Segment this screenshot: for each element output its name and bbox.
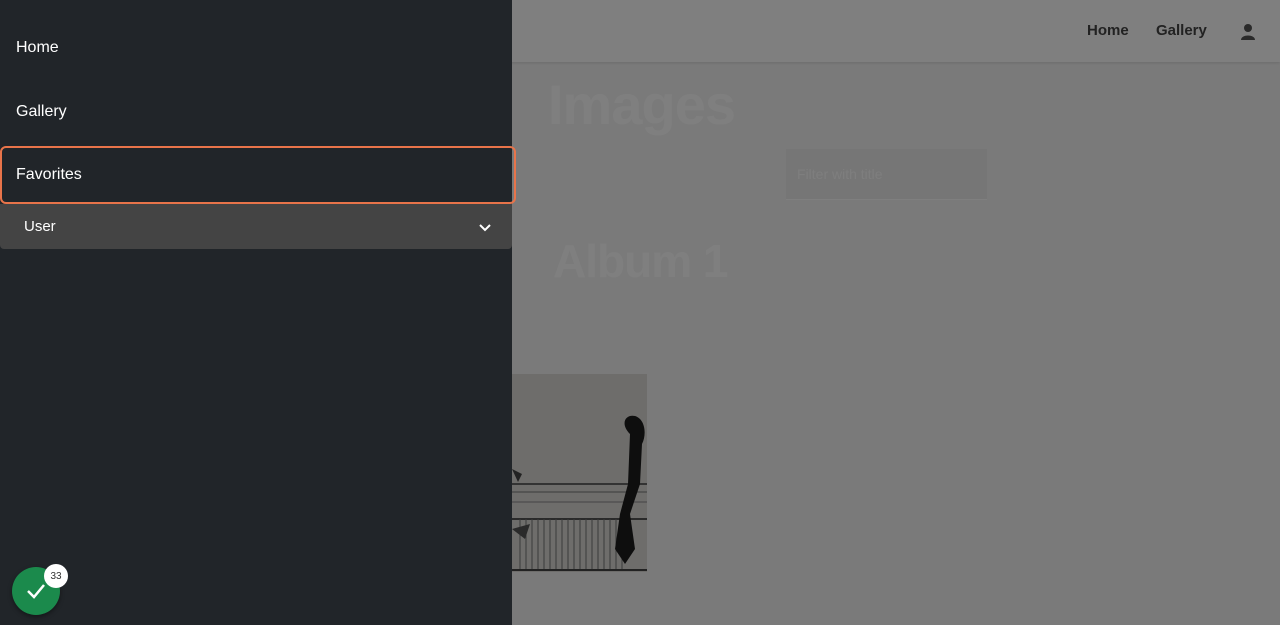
drawer-item-favorites[interactable]: Favorites — [0, 146, 516, 204]
drawer-item-home[interactable]: Home — [0, 20, 512, 76]
drawer-user-dropdown[interactable]: User — [0, 204, 512, 249]
side-drawer: Home Gallery Favorites User — [0, 0, 516, 625]
drawer-item-gallery[interactable]: Gallery — [0, 84, 512, 140]
check-icon — [27, 584, 45, 599]
chevron-down-icon — [479, 224, 491, 232]
user-section-label: User — [24, 218, 56, 235]
count-badge: 33 — [44, 564, 68, 588]
